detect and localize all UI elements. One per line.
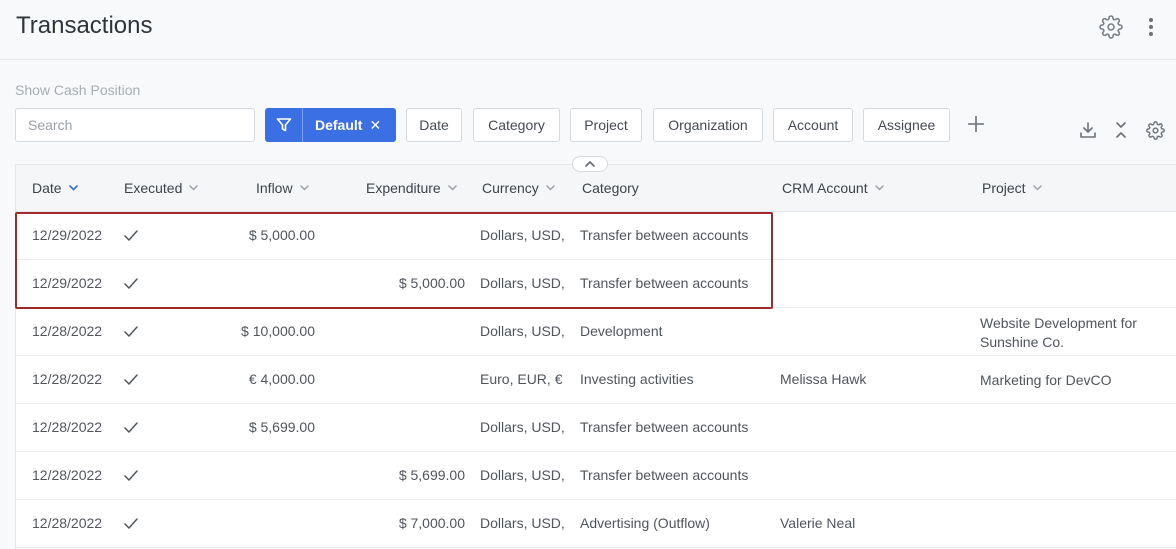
filter-chip-date[interactable]: Date <box>406 108 462 142</box>
cell-project: Website Development for Sunshine Co. <box>980 315 1137 350</box>
collapse-filters-toggle[interactable] <box>572 156 608 172</box>
chevron-down-icon <box>546 185 555 191</box>
cell-category: Transfer between accounts <box>580 227 749 243</box>
cell-currency: Dollars, USD, <box>480 323 565 339</box>
transactions-table: Date Executed Inflow Expenditure Currenc… <box>15 164 1176 549</box>
cell-currency: Dollars, USD, <box>480 275 565 291</box>
check-icon <box>124 422 138 433</box>
column-header-crm-account[interactable]: CRM Account <box>782 180 884 196</box>
cell-date: 12/28/2022 <box>32 419 103 435</box>
check-icon <box>124 374 138 385</box>
check-icon <box>124 230 138 241</box>
column-header-executed[interactable]: Executed <box>124 180 199 196</box>
cell-currency: Dollars, USD, <box>480 515 565 531</box>
table-row[interactable]: 12/28/2022 $ 10,000.00 Dollars, USD, Develo… <box>16 308 1176 356</box>
filter-chip-assignee[interactable]: Assignee <box>863 108 950 142</box>
cell-category: Transfer between accounts <box>580 419 749 435</box>
table-settings-icon[interactable] <box>1145 120 1165 140</box>
show-cash-position-link[interactable]: Show Cash Position <box>15 82 140 98</box>
cell-date: 12/29/2022 <box>32 227 103 243</box>
collapse-rows-icon[interactable] <box>1111 120 1131 140</box>
cell-currency: Dollars, USD, <box>480 419 565 435</box>
cell-currency: Dollars, USD, <box>480 467 565 483</box>
table-row[interactable]: 12/28/2022 $ 5,699.00 Dollars, USD, Transfe… <box>16 404 1176 452</box>
cell-project: Marketing for DevCO <box>980 372 1112 388</box>
cell-inflow: $ 10,000.00 <box>241 323 315 339</box>
download-icon[interactable] <box>1078 120 1098 140</box>
chevron-down-icon <box>874 185 884 191</box>
search-input[interactable] <box>15 108 255 142</box>
cell-expenditure: $ 5,000.00 <box>398 275 465 291</box>
column-header-date[interactable]: Date <box>32 180 78 196</box>
cell-crm-account: Valerie Neal <box>780 515 856 531</box>
filter-chip-account[interactable]: Account <box>773 108 853 142</box>
close-icon[interactable]: ✕ <box>369 117 381 134</box>
column-header-inflow[interactable]: Inflow <box>256 180 309 196</box>
chevron-down-icon <box>1032 185 1042 191</box>
cell-currency: Euro, EUR, € <box>480 371 563 387</box>
page-header: Transactions <box>0 0 1176 60</box>
cell-category: Investing activities <box>580 371 694 387</box>
check-icon <box>124 470 138 481</box>
default-filter-button[interactable]: Default ✕ <box>265 108 396 142</box>
check-icon <box>124 278 138 289</box>
add-filter-icon[interactable] <box>965 113 987 135</box>
cell-inflow: $ 5,000.00 <box>248 227 315 243</box>
table-row[interactable]: 12/28/2022 € 4,000.00 Euro, EUR, € Investin… <box>16 356 1176 404</box>
column-header-expenditure[interactable]: Expenditure <box>366 180 457 196</box>
column-header-currency[interactable]: Currency <box>482 180 555 196</box>
cell-date: 12/28/2022 <box>32 371 103 387</box>
cell-category: Transfer between accounts <box>580 467 749 483</box>
cell-expenditure: $ 7,000.00 <box>398 515 465 531</box>
column-header-project[interactable]: Project <box>982 180 1042 196</box>
chevron-down-icon <box>299 185 309 191</box>
table-header: Date Executed Inflow Expenditure Currenc… <box>16 165 1176 212</box>
column-header-category[interactable]: Category <box>582 180 639 196</box>
chevron-up-icon <box>585 161 595 167</box>
cell-category: Advertising (Outflow) <box>580 515 710 531</box>
cell-currency: Dollars, USD, <box>480 227 565 243</box>
cell-date: 12/28/2022 <box>32 323 103 339</box>
table-row[interactable]: 12/28/2022 $ 5,699.00 Dollars, USD, Transfe… <box>16 452 1176 500</box>
chevron-down-icon <box>447 185 457 191</box>
filter-chip-organization[interactable]: Organization <box>653 108 763 142</box>
default-filter-label: Default <box>315 117 363 133</box>
chevron-down-icon <box>189 185 199 191</box>
table-row[interactable]: 12/29/2022 $ 5,000.00 Dollars, USD, Transfe… <box>16 212 1176 260</box>
cell-inflow: € 4,000.00 <box>248 371 315 387</box>
cell-date: 12/28/2022 <box>32 515 103 531</box>
more-vertical-icon[interactable] <box>1138 14 1164 40</box>
sort-desc-icon <box>68 185 78 191</box>
cell-date: 12/28/2022 <box>32 467 103 483</box>
check-icon <box>124 518 138 529</box>
cell-category: Development <box>580 323 663 339</box>
filter-icon <box>265 108 303 142</box>
cell-crm-account: Melissa Hawk <box>780 371 867 387</box>
page-title: Transactions <box>16 12 153 39</box>
table-row[interactable]: 12/28/2022 $ 7,000.00 Dollars, USD, Adverti… <box>16 500 1176 548</box>
filter-chip-category[interactable]: Category <box>473 108 560 142</box>
cell-category: Transfer between accounts <box>580 275 749 291</box>
cell-inflow: $ 5,699.00 <box>248 419 315 435</box>
cell-expenditure: $ 5,699.00 <box>398 467 465 483</box>
check-icon <box>124 326 138 337</box>
filter-chip-project[interactable]: Project <box>570 108 642 142</box>
cell-date: 12/29/2022 <box>32 275 103 291</box>
gear-icon[interactable] <box>1098 14 1124 40</box>
table-row[interactable]: 12/29/2022 $ 5,000.00 Dollars, USD, Transfe… <box>16 260 1176 308</box>
